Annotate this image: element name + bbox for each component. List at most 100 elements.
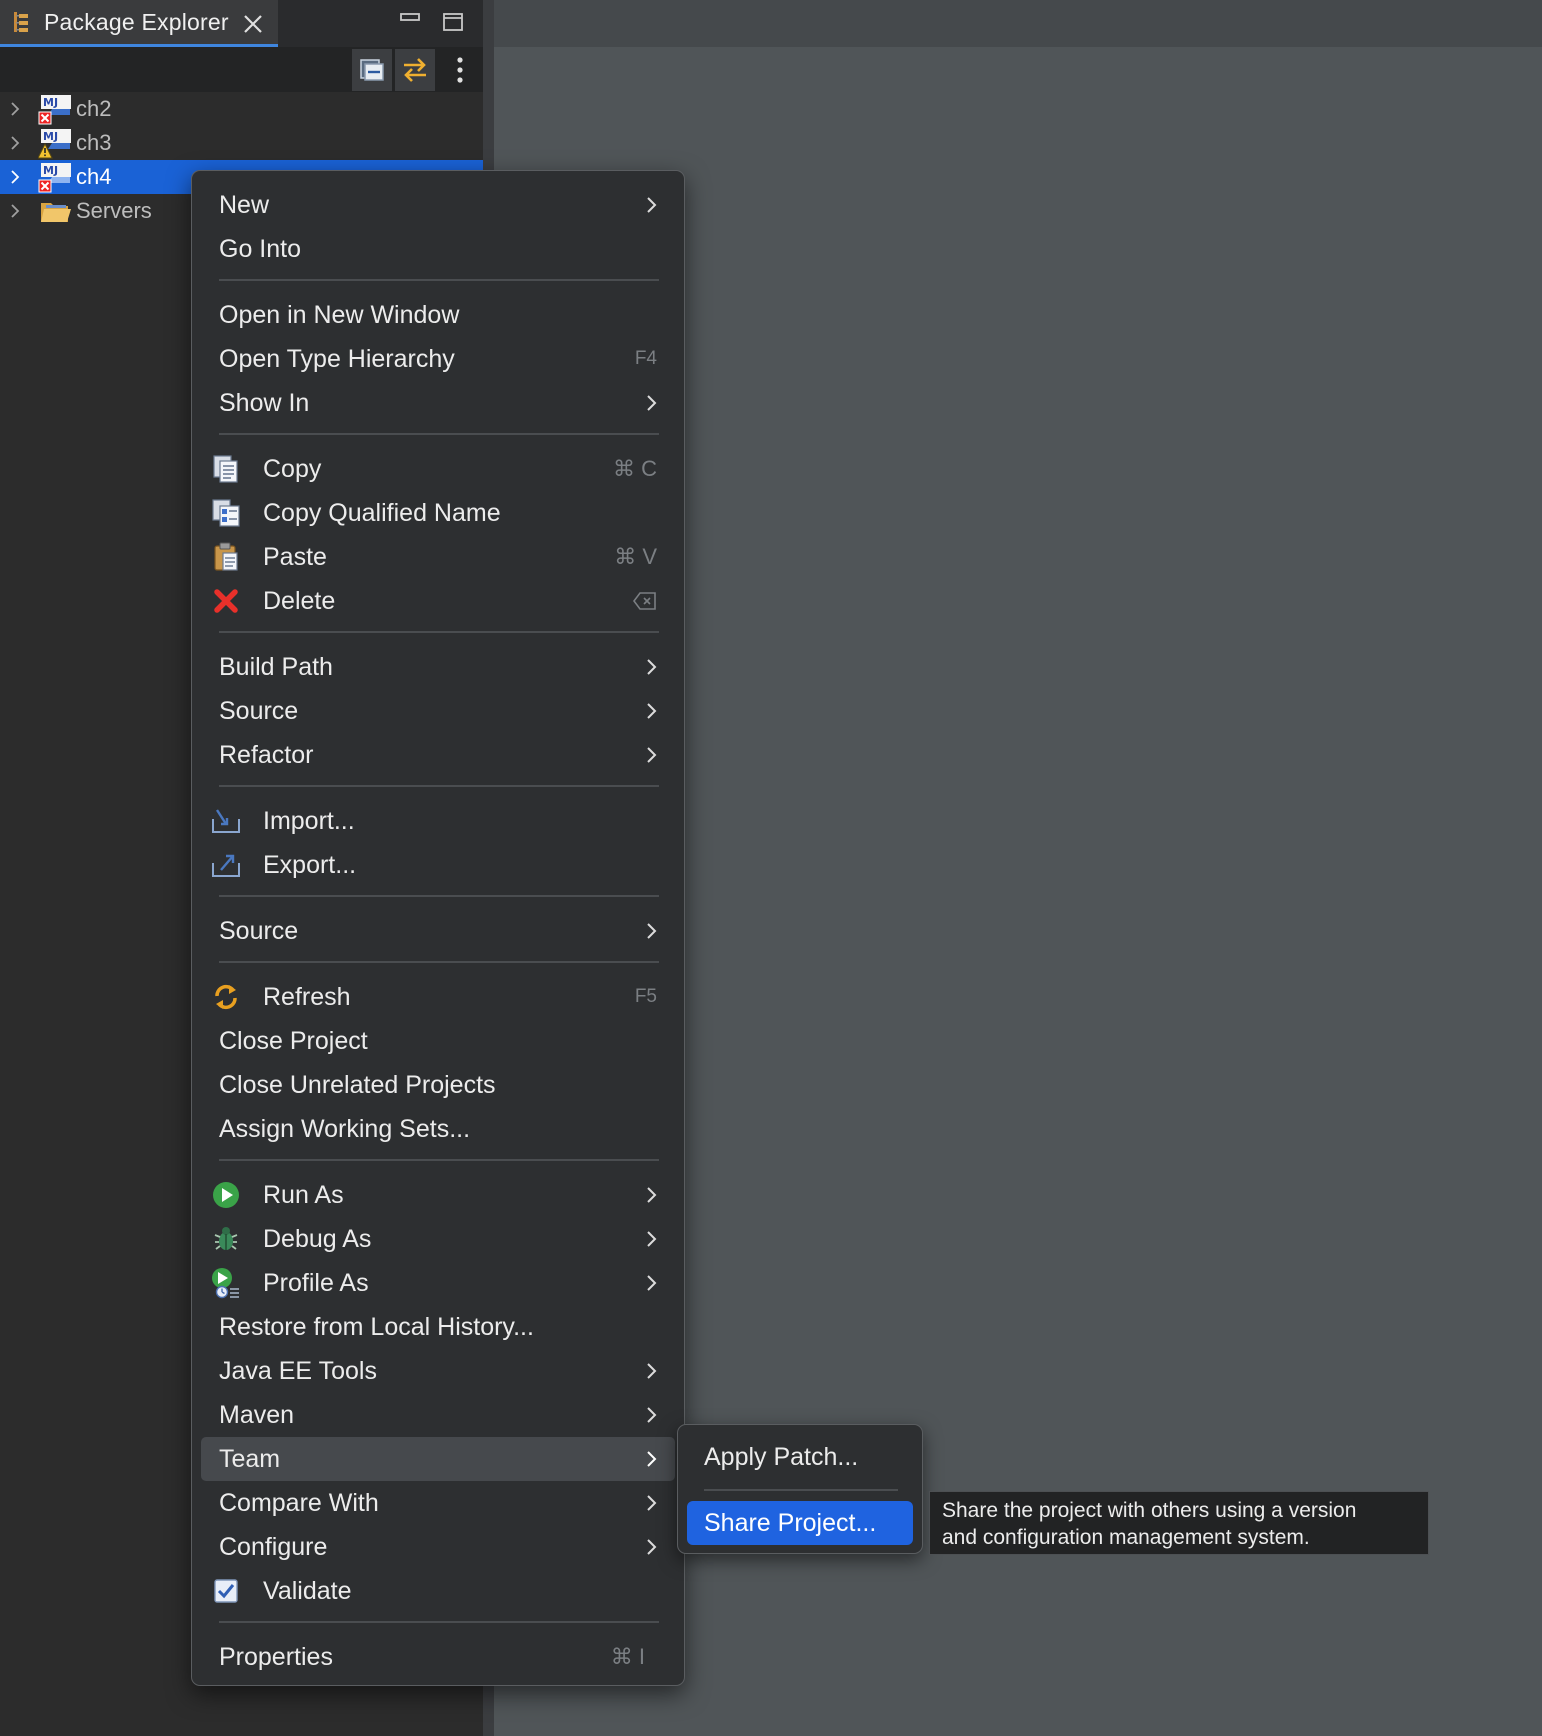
tooltip-line: Share the project with others using a ve… [942, 1499, 1357, 1522]
svg-text:MJ: MJ [43, 96, 58, 109]
menu-item-source[interactable]: Source [201, 689, 675, 733]
menu-item-label: Assign Working Sets... [219, 1114, 471, 1143]
menu-item-restore-from-local-history[interactable]: Restore from Local History... [201, 1305, 675, 1349]
menu-item-go-into[interactable]: Go Into [201, 227, 675, 271]
menu-item-maven[interactable]: Maven [201, 1393, 675, 1437]
import-icon [211, 806, 241, 836]
menu-item-label: New [219, 190, 270, 219]
menu-item-label: Run As [263, 1180, 344, 1209]
chevron-right-icon [645, 1406, 659, 1424]
menu-item-label: Go Into [219, 234, 301, 263]
menu-item-run-as[interactable]: Run As [201, 1173, 675, 1217]
menu-item-copy[interactable]: Copy ⌘ C [201, 447, 675, 491]
menu-item-show-in[interactable]: Show In [201, 381, 675, 425]
menu-item-label: Close Project [219, 1026, 368, 1055]
debug-bug-icon [211, 1224, 241, 1254]
menu-separator [219, 961, 659, 963]
menu-item-label: Copy [263, 454, 322, 483]
menu-item-label: Debug As [263, 1224, 372, 1253]
menu-item-apply-patch[interactable]: Apply Patch... [687, 1435, 913, 1479]
menu-item-label: Build Path [219, 652, 333, 681]
copy-icon [211, 454, 241, 484]
tooltip: Share the project with others using a ve… [929, 1491, 1429, 1555]
tree-item-label: ch3 [76, 130, 112, 155]
menu-item-paste[interactable]: Paste ⌘ V [201, 535, 675, 579]
menu-item-debug-as[interactable]: Debug As [201, 1217, 675, 1261]
chevron-right-icon[interactable] [8, 204, 22, 218]
chevron-right-icon [645, 1494, 659, 1512]
team-submenu: Apply Patch... Share Project... [677, 1424, 923, 1554]
close-icon[interactable] [240, 11, 266, 37]
link-with-editor-icon[interactable] [395, 49, 435, 91]
maven-java-project-warning-icon: MJ [37, 127, 72, 159]
menu-item-open-in-new-window[interactable]: Open in New Window [201, 293, 675, 337]
menu-separator [219, 1621, 659, 1623]
folder-icon [38, 195, 72, 227]
menu-item-properties[interactable]: Properties ⌘ I [201, 1635, 675, 1679]
menu-item-label: Restore from Local History... [219, 1312, 534, 1341]
kebab-menu-icon[interactable] [440, 49, 480, 91]
tree-item-label: ch2 [76, 96, 112, 121]
maven-java-project-error-icon: MJ [38, 161, 72, 193]
menu-item-compare-with[interactable]: Compare With [201, 1481, 675, 1525]
menu-item-new[interactable]: New [201, 183, 675, 227]
tree-item-label: Servers [76, 198, 152, 223]
tree-item-ch2[interactable]: MJ ch2 [0, 92, 483, 126]
chevron-right-icon[interactable] [8, 136, 22, 150]
menu-separator [219, 785, 659, 787]
svg-text:MJ: MJ [43, 164, 58, 177]
chevron-right-icon[interactable] [8, 102, 22, 116]
menu-item-open-type-hierarchy[interactable]: Open Type Hierarchy F4 [201, 337, 675, 381]
menu-item-refactor[interactable]: Refactor [201, 733, 675, 777]
menu-item-share-project[interactable]: Share Project... [687, 1501, 913, 1545]
menu-item-close-unrelated-projects[interactable]: Close Unrelated Projects [201, 1063, 675, 1107]
menu-separator [219, 1159, 659, 1161]
chevron-right-icon [645, 922, 659, 940]
menu-separator [219, 895, 659, 897]
menu-item-label: Export... [263, 850, 357, 879]
tree-item-ch3[interactable]: MJ ch3 [0, 126, 483, 160]
delete-icon [211, 586, 241, 616]
menu-item-refresh[interactable]: Refresh F5 [201, 975, 675, 1019]
chevron-right-icon [645, 1450, 659, 1468]
menu-item-configure[interactable]: Configure [201, 1525, 675, 1569]
minimize-icon[interactable] [397, 9, 423, 35]
menu-item-label: Properties [219, 1642, 333, 1671]
menu-item-shortcut: F4 [634, 348, 657, 369]
menu-item-java-ee-tools[interactable]: Java EE Tools [201, 1349, 675, 1393]
collapse-all-icon[interactable] [352, 49, 392, 91]
menu-item-delete[interactable]: Delete [201, 579, 675, 623]
menu-item-label: Close Unrelated Projects [219, 1070, 496, 1099]
menu-item-label: Delete [263, 586, 336, 615]
chevron-right-icon[interactable] [8, 170, 22, 184]
package-explorer-icon [12, 10, 32, 34]
menu-separator [704, 1489, 898, 1491]
menu-item-copy-qualified-name[interactable]: Copy Qualified Name [201, 491, 675, 535]
menu-item-build-path[interactable]: Build Path [201, 645, 675, 689]
context-menu: New Go Into Open in New Window Open Type… [191, 170, 685, 1686]
menu-item-team[interactable]: Team [201, 1437, 675, 1481]
menu-item-label: Open Type Hierarchy [219, 344, 455, 373]
menu-item-label: Source [219, 916, 299, 945]
maven-java-project-error-icon: MJ [38, 93, 72, 125]
menu-item-validate[interactable]: Validate [201, 1569, 675, 1613]
menu-item-label: Java EE Tools [219, 1356, 377, 1385]
menu-item-label: Refresh [263, 982, 351, 1011]
chevron-right-icon [645, 1362, 659, 1380]
menu-item-label: Team [219, 1444, 281, 1473]
menu-item-profile-as[interactable]: Profile As [201, 1261, 675, 1305]
menu-item-label: Configure [219, 1532, 328, 1561]
menu-item-export[interactable]: Export... [201, 843, 675, 887]
menu-item-label: Refactor [219, 740, 314, 769]
menu-item-label: Share Project... [704, 1508, 877, 1537]
maximize-icon[interactable] [440, 9, 466, 35]
menu-item-import[interactable]: Import... [201, 799, 675, 843]
menu-item-label: Apply Patch... [704, 1442, 859, 1471]
menu-separator [219, 631, 659, 633]
menu-item-source-2[interactable]: Source [201, 909, 675, 953]
menu-item-close-project[interactable]: Close Project [201, 1019, 675, 1063]
menu-item-label: Validate [263, 1576, 352, 1605]
export-icon [211, 850, 241, 880]
package-explorer-tab[interactable]: Package Explorer [0, 0, 278, 47]
menu-item-assign-working-sets[interactable]: Assign Working Sets... [201, 1107, 675, 1151]
